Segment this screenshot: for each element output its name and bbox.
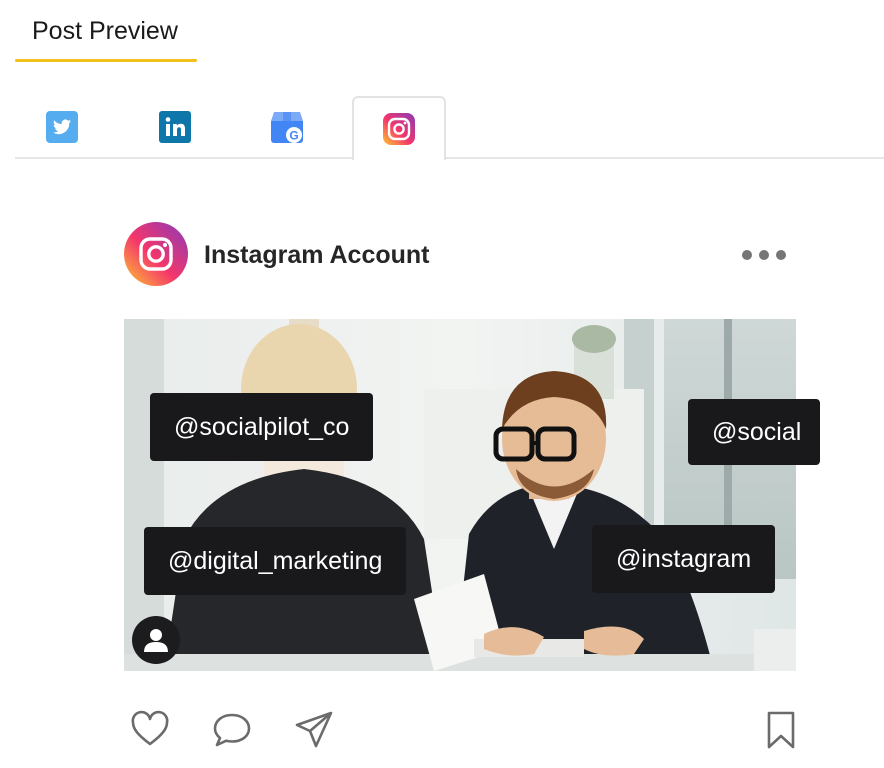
send-icon bbox=[295, 711, 333, 748]
comment-button[interactable] bbox=[212, 710, 252, 750]
share-button[interactable] bbox=[294, 710, 334, 750]
user-tag[interactable]: @digital_marketing bbox=[144, 527, 407, 595]
svg-text:G: G bbox=[289, 129, 298, 143]
page-title: Post Preview bbox=[32, 17, 178, 45]
person-icon bbox=[144, 629, 168, 652]
post-image bbox=[124, 319, 796, 671]
user-tag[interactable]: @social bbox=[688, 399, 820, 465]
tagged-people-button[interactable] bbox=[132, 616, 180, 664]
google-business-icon: G bbox=[271, 112, 303, 143]
linkedin-icon bbox=[159, 111, 191, 143]
tab-twitter[interactable] bbox=[15, 96, 109, 158]
user-tag[interactable]: @instagram bbox=[592, 525, 776, 593]
title-underline bbox=[15, 59, 197, 62]
tab-linkedin[interactable] bbox=[128, 96, 222, 158]
heart-icon bbox=[131, 710, 169, 746]
account-name: Instagram Account bbox=[204, 241, 430, 269]
twitter-icon bbox=[46, 111, 78, 143]
save-button[interactable] bbox=[762, 710, 802, 750]
instagram-avatar-icon bbox=[124, 222, 188, 286]
more-options-icon[interactable] bbox=[742, 248, 786, 262]
like-button[interactable] bbox=[130, 710, 170, 750]
bookmark-icon bbox=[767, 711, 795, 749]
instagram-icon bbox=[383, 113, 415, 145]
user-tag[interactable]: @socialpilot_co bbox=[150, 393, 374, 461]
comment-icon bbox=[213, 713, 251, 747]
tab-instagram[interactable] bbox=[352, 96, 446, 160]
tab-google-business[interactable]: G bbox=[240, 96, 334, 158]
